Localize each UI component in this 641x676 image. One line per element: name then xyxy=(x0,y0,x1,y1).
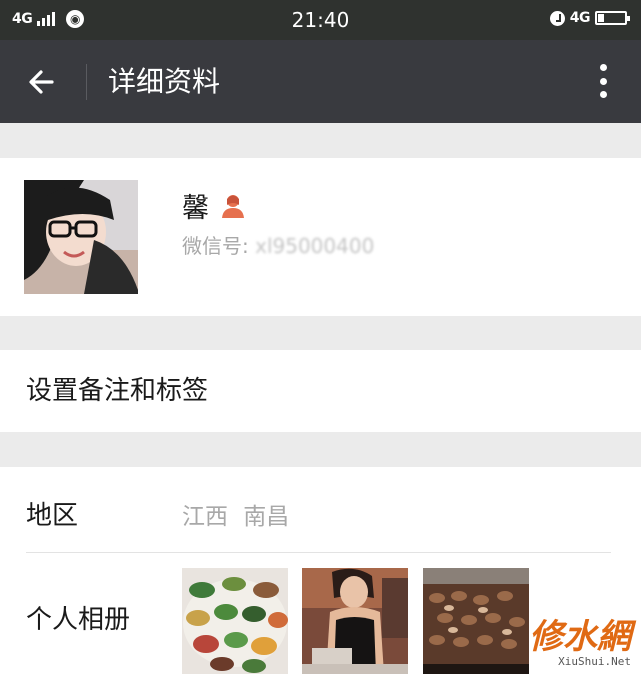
set-remark-tags-row[interactable]: 设置备注和标签 xyxy=(0,350,641,432)
network-type-right: 4G xyxy=(569,10,591,26)
title-bar: 详细资料 xyxy=(0,40,641,123)
title-divider xyxy=(86,64,87,100)
album-photo-woman[interactable] xyxy=(302,568,408,674)
details-card: 地区 江西 南昌 个人相册 修水網 XiuShui.Net xyxy=(0,467,641,676)
dinner-table-photo xyxy=(182,568,288,674)
watermark: 修水網 XiuShui.Net xyxy=(529,619,631,668)
set-remark-tags-label: 设置备注和标签 xyxy=(26,376,209,406)
wechat-id: 微信号: xl95000400 xyxy=(182,230,374,259)
woman-photo xyxy=(302,568,408,674)
album-label: 个人相册 xyxy=(26,605,131,635)
more-button[interactable] xyxy=(591,60,615,102)
album-photo-grill[interactable] xyxy=(423,568,529,674)
alarm-icon xyxy=(549,10,565,26)
region-label: 地区 xyxy=(26,501,79,531)
wechat-id-value: xl95000400 xyxy=(255,234,375,258)
status-right: 4G xyxy=(549,10,630,26)
profile-card[interactable]: 馨 微信号: xl95000400 xyxy=(0,158,641,316)
profile-name: 馨 xyxy=(182,193,209,224)
wechat-id-prefix: 微信号: xyxy=(182,234,256,258)
avatar[interactable] xyxy=(24,180,138,294)
more-vertical-icon xyxy=(599,64,607,71)
avatar-image xyxy=(24,180,138,294)
status-time: 21:40 xyxy=(291,8,350,32)
page-title: 详细资料 xyxy=(108,65,221,98)
profile-name-row: 馨 xyxy=(182,186,245,225)
female-user-icon xyxy=(222,194,244,218)
grilled-food-photo xyxy=(423,568,529,674)
watermark-logo: 修水網 xyxy=(529,617,631,657)
album-photo-dinner[interactable] xyxy=(182,568,288,674)
back-button[interactable] xyxy=(22,62,62,102)
region-value: 江西 南昌 xyxy=(182,504,290,530)
back-arrow-icon xyxy=(29,70,54,94)
status-bar: 4G ◉ 21:40 4G xyxy=(0,0,641,40)
battery-icon xyxy=(595,11,630,25)
row-divider xyxy=(26,552,611,553)
